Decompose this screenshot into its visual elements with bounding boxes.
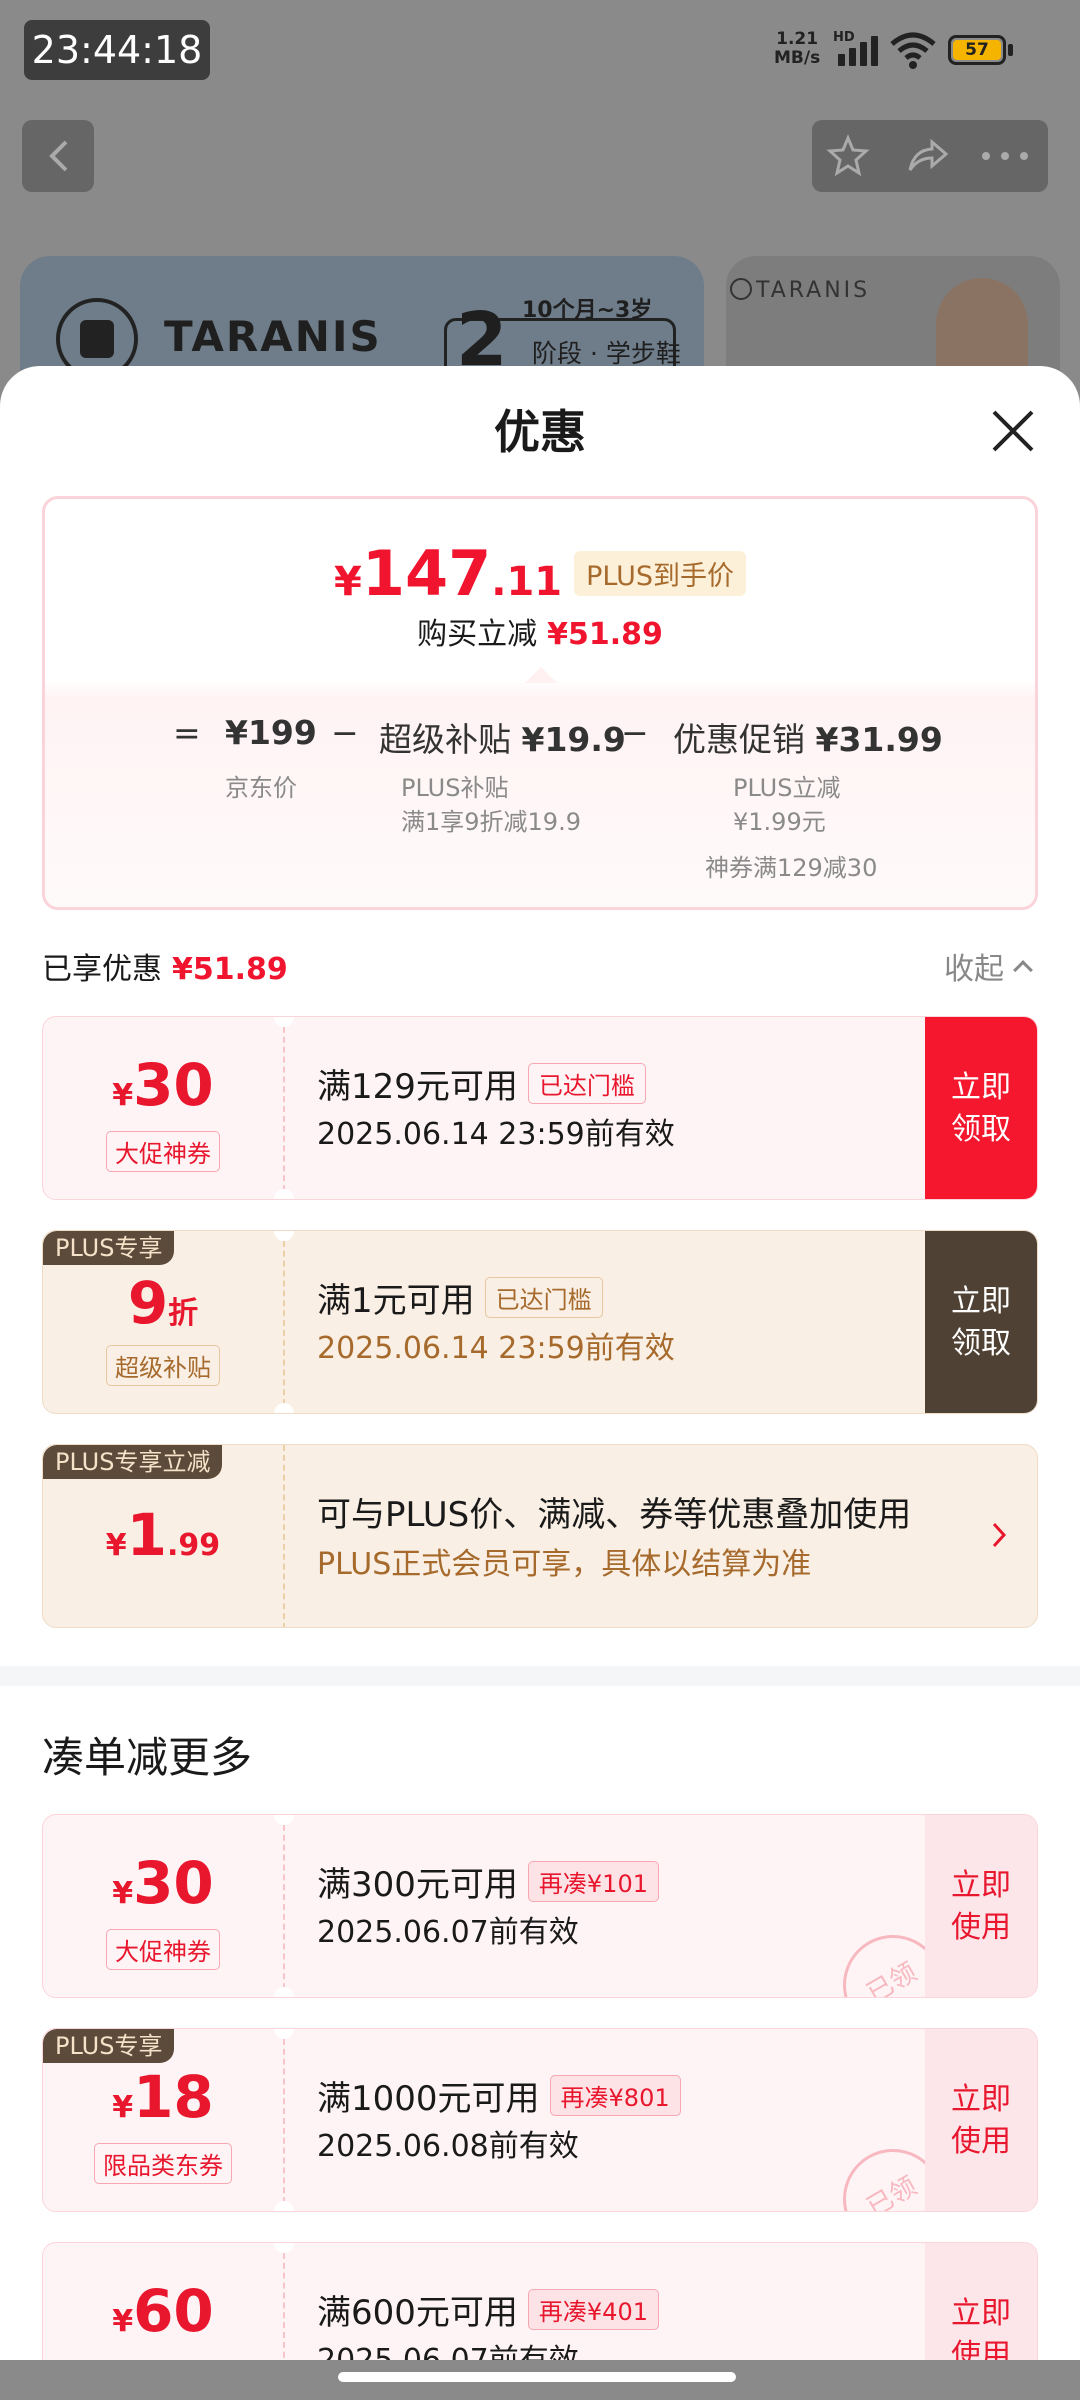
chevron-right-icon [992, 1522, 1007, 1548]
section-divider [0, 1666, 1080, 1686]
battery-tip [1008, 44, 1013, 56]
plus-price-tag: PLUS到手价 [574, 551, 746, 596]
coupon-amount-area: PLUS专享 9折 超级补贴 [43, 1231, 283, 1413]
price-breakdown-card: ¥147.11 PLUS到手价 购买立减 ¥51.89 = ¥199 − 超级补贴 … [42, 496, 1038, 910]
formula-promotion: 优惠促销 ¥31.99 [673, 720, 943, 759]
coupon-card: PLUS专享 9折 超级补贴 满1元可用 已达门槛 2025.06.14 23:5… [42, 1230, 1038, 1414]
coupon-amount: ¥18 [112, 2063, 214, 2131]
coupon-condition: 满129元可用 已达门槛 [317, 1059, 646, 1108]
coupon-tag: 限品类东券 [94, 2143, 232, 2184]
coupon-amount-area: ¥30 大促神券 [43, 1017, 283, 1199]
battery-icon: 57 [948, 35, 1006, 65]
coupon-amount: ¥60 [112, 2277, 214, 2345]
threshold-badge: 已达门槛 [484, 1277, 603, 1318]
sheet-title: 优惠 [494, 405, 586, 459]
collapse-button[interactable]: 收起 [944, 944, 1033, 988]
coupon-tag: 大促神券 [106, 1131, 220, 1172]
member-note: PLUS正式会员可享，具体以结算为准 [317, 1547, 812, 1582]
use-button[interactable]: 立即 使用 [925, 2029, 1037, 2211]
coupon-amount: ¥30 [112, 1051, 214, 1119]
coupon-amount: ¥1.99 [105, 1501, 221, 1569]
stage-label: 阶段 · 学步鞋 [532, 339, 681, 368]
plus-subsidy-label: PLUS补贴 满1享9折减19.9 [401, 774, 581, 836]
top-action-bar [812, 120, 1048, 192]
formula-minus-2: − [621, 713, 649, 752]
coupon-card: ¥30 大促神券 满300元可用 再凑¥101 2025.06.07前有效 已领 … [42, 1814, 1038, 1998]
coupon-amount: 9折 [127, 1269, 199, 1337]
back-button[interactable] [22, 120, 94, 192]
coupon-expire: 2025.06.08前有效 [317, 2129, 579, 2164]
add-more-badge: 再凑¥101 [527, 1861, 659, 1902]
close-icon[interactable] [990, 408, 1036, 454]
brand-mark-icon [730, 278, 752, 300]
threshold-badge: 已达门槛 [527, 1063, 646, 1104]
chevron-up-icon [1013, 960, 1033, 980]
plus-cut-label: PLUS立减 ¥1.99元 [733, 774, 841, 836]
coupon-amount-area: PLUS专享立减 ¥1.99 [43, 1445, 283, 1627]
instant-discount: 购买立减 ¥51.89 [417, 617, 663, 652]
formula-equals: = [173, 713, 201, 752]
stack-info: 可与PLUS价、满减、券等优惠叠加使用 [317, 1495, 912, 1535]
coupon-condition: 满1元可用 已达门槛 [317, 1273, 603, 1322]
plus-exclusive-badge: PLUS专享立减 [43, 1445, 223, 1479]
signal-icon [838, 36, 878, 66]
formula-minus-1: − [331, 713, 359, 752]
coupon-amount-area: ¥30 大促神券 [43, 1815, 283, 1997]
plus-exclusive-badge: PLUS专享 [43, 1231, 175, 1265]
claim-button[interactable]: 立即 领取 [925, 1017, 1037, 1199]
section-title: 凑单减更多 [42, 1733, 253, 1782]
coupon-card: PLUS专享 ¥18 限品类东券 满1000元可用 再凑¥801 2025.06.… [42, 2028, 1038, 2212]
enjoyed-discount: 已享优惠 ¥51.89 [42, 952, 288, 987]
pointer-notch [525, 667, 557, 683]
formula-super-subsidy: 超级补贴 ¥19.9 [379, 720, 626, 759]
coupon-expire: 2025.06.14 23:59前有效 [317, 1331, 675, 1366]
chevron-left-icon [49, 140, 68, 172]
add-more-badge: 再凑¥401 [527, 2289, 659, 2330]
coupon-card: ¥30 大促神券 满129元可用 已达门槛 2025.06.14 23:59前有效… [42, 1016, 1038, 1200]
coupon-expire: 2025.06.14 23:59前有效 [317, 1117, 675, 1152]
share-icon[interactable] [906, 134, 950, 178]
discount-sheet: 优惠 ¥147.11 PLUS到手价 购买立减 ¥51.89 = ¥199 − 超级… [0, 366, 1080, 2400]
home-indicator[interactable] [338, 2372, 736, 2382]
coupon-label: 神券满129减30 [705, 854, 878, 882]
add-more-badge: 再凑¥801 [549, 2075, 681, 2116]
brand-name: TARANIS [164, 312, 382, 361]
coupon-expire: 2025.06.07前有效 [317, 1915, 579, 1950]
status-bar: 23:44:18 1.21 MB/s HD 57 [0, 0, 1080, 90]
coupon-condition: 满600元可用 再凑¥401 [317, 2285, 659, 2334]
plus-instant-cut-card[interactable]: PLUS专享立减 ¥1.99 可与PLUS价、满减、券等优惠叠加使用 PLUS正… [42, 1444, 1038, 1628]
formula-jd-price: ¥199 [225, 713, 317, 752]
coupon-condition: 满1000元可用 再凑¥801 [317, 2071, 681, 2120]
plus-exclusive-badge: PLUS专享 [43, 2029, 175, 2063]
coupon-tag: 大促神券 [106, 1929, 220, 1970]
brand-name-small: TARANIS [756, 278, 871, 303]
stage-age: 10个月~3岁 [522, 298, 653, 323]
use-button[interactable]: 立即 使用 [925, 1815, 1037, 1997]
more-icon[interactable] [980, 150, 1030, 162]
coupon-condition: 满300元可用 再凑¥101 [317, 1857, 659, 1906]
star-icon[interactable] [826, 134, 870, 178]
wifi-icon [890, 32, 936, 69]
coupon-amount: ¥30 [112, 1849, 214, 1917]
final-price: ¥147.11 PLUS到手价 [45, 537, 1035, 610]
net-speed: 1.21 MB/s [774, 29, 821, 68]
claim-button[interactable]: 立即 领取 [925, 1231, 1037, 1413]
coupon-amount-area: PLUS专享 ¥18 限品类东券 [43, 2029, 283, 2211]
jd-price-label: 京东价 [225, 774, 297, 802]
coupon-tag: 超级补贴 [106, 1345, 220, 1386]
status-time: 23:44:18 [24, 20, 210, 80]
